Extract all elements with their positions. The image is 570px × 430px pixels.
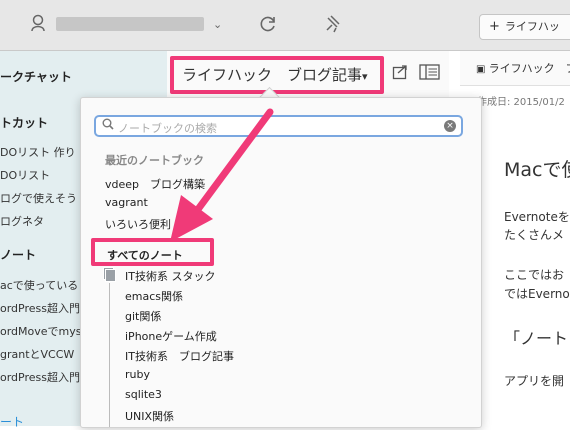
all-notes-label: すべてのノート	[107, 249, 183, 262]
sidebar-shortcut-item[interactable]: ログネタ	[0, 213, 44, 229]
note-body-line[interactable]: たくさんメ	[504, 226, 564, 243]
recent-notebook-item[interactable]: vdeep ブログ構築	[105, 176, 205, 192]
notebook-dropdown: ノートブックの検索 × 最近のノートブック vdeep ブログ構築 vagran…	[80, 97, 482, 428]
search-icon	[102, 118, 114, 133]
stack-notebook-item[interactable]: IT技術系 ブログ記事	[125, 348, 234, 364]
work-chat-icon[interactable]	[324, 14, 342, 39]
note-body-line[interactable]: ではEverno	[504, 285, 570, 302]
note-body-line[interactable]: アプリを開	[504, 372, 564, 389]
sidebar-note-item[interactable]: ordMoveでmys	[0, 323, 82, 339]
sidebar-note-item[interactable]: ordPress超入門	[0, 300, 80, 316]
stack-notebook-item[interactable]: ruby	[125, 368, 150, 381]
new-note-button[interactable]: + ライフハッ	[479, 14, 570, 40]
chevron-down-icon: ▾	[362, 70, 368, 83]
sync-icon[interactable]	[258, 14, 278, 39]
note-body-line[interactable]: Evernoteを	[504, 208, 570, 225]
sidebar-note-item[interactable]: acで使っている	[0, 277, 78, 293]
stack-icon	[103, 267, 116, 282]
sidebar-notes-heading[interactable]: ノート	[0, 246, 36, 263]
recent-notebooks-label: 最近のノートブック	[105, 154, 204, 167]
stack-notebook-item[interactable]: UNIX関係	[125, 408, 174, 424]
recent-notebook-item[interactable]: いろいろ便利	[105, 216, 171, 232]
plus-icon: +	[489, 19, 500, 34]
stack-notebook-item[interactable]: emacs関係	[125, 288, 183, 304]
note-body-line[interactable]: ここではお	[504, 266, 564, 283]
chevron-down-icon[interactable]: ⌄	[213, 15, 222, 35]
note-title[interactable]: Macで使	[504, 155, 570, 182]
notebook-icon: ▣	[476, 64, 489, 75]
stack-notebook-item[interactable]: iPhoneゲーム作成	[125, 328, 217, 344]
all-notes-item[interactable]: すべてのノート	[91, 238, 214, 266]
stack-notebook-item[interactable]: sqlite3	[125, 388, 162, 401]
stack-notebook-item[interactable]: git関係	[125, 308, 161, 324]
sidebar-work-chat[interactable]: ークチャット	[0, 68, 72, 85]
notebook-stack[interactable]: IT技術系 スタック	[125, 268, 215, 284]
share-icon[interactable]	[392, 64, 408, 84]
sidebar-link[interactable]: ート	[0, 413, 24, 430]
new-note-label: ライフハッ	[504, 20, 560, 33]
sidebar-shortcut-item[interactable]: ログで使えそう	[0, 190, 77, 206]
view-options-icon[interactable]	[419, 64, 441, 84]
notebook-title: ライフハック ブログ記事▾	[182, 66, 368, 84]
sidebar-note-item[interactable]: ordPress超入門	[0, 369, 80, 385]
notebook-crumb[interactable]: ▣ ライフハック ブ	[476, 60, 570, 76]
notebook-selector[interactable]: ライフハック ブログ記事▾	[170, 56, 384, 94]
sidebar-shortcut-item[interactable]: DOリスト 作り	[0, 144, 76, 160]
created-date: 作成日: 2015/01/2	[477, 97, 565, 108]
recent-notebook-item[interactable]: vagrant	[105, 196, 148, 209]
notebook-search-input[interactable]: ノートブックの検索 ×	[94, 115, 463, 137]
stack-tree-line	[109, 283, 110, 427]
sidebar-note-item[interactable]: grantとVCCW	[0, 346, 74, 362]
top-toolbar: ⌄ + ライフハッ	[0, 0, 570, 51]
note-heading[interactable]: 「ノート	[504, 325, 568, 349]
account-name-redacted[interactable]	[56, 17, 204, 31]
clear-search-icon[interactable]: ×	[444, 120, 456, 132]
sidebar-shortcuts-heading[interactable]: トカット	[0, 114, 48, 131]
search-placeholder: ノートブックの検索	[118, 122, 217, 135]
account-icon[interactable]	[30, 14, 46, 37]
sidebar-shortcut-item[interactable]: DOリスト	[0, 167, 50, 183]
